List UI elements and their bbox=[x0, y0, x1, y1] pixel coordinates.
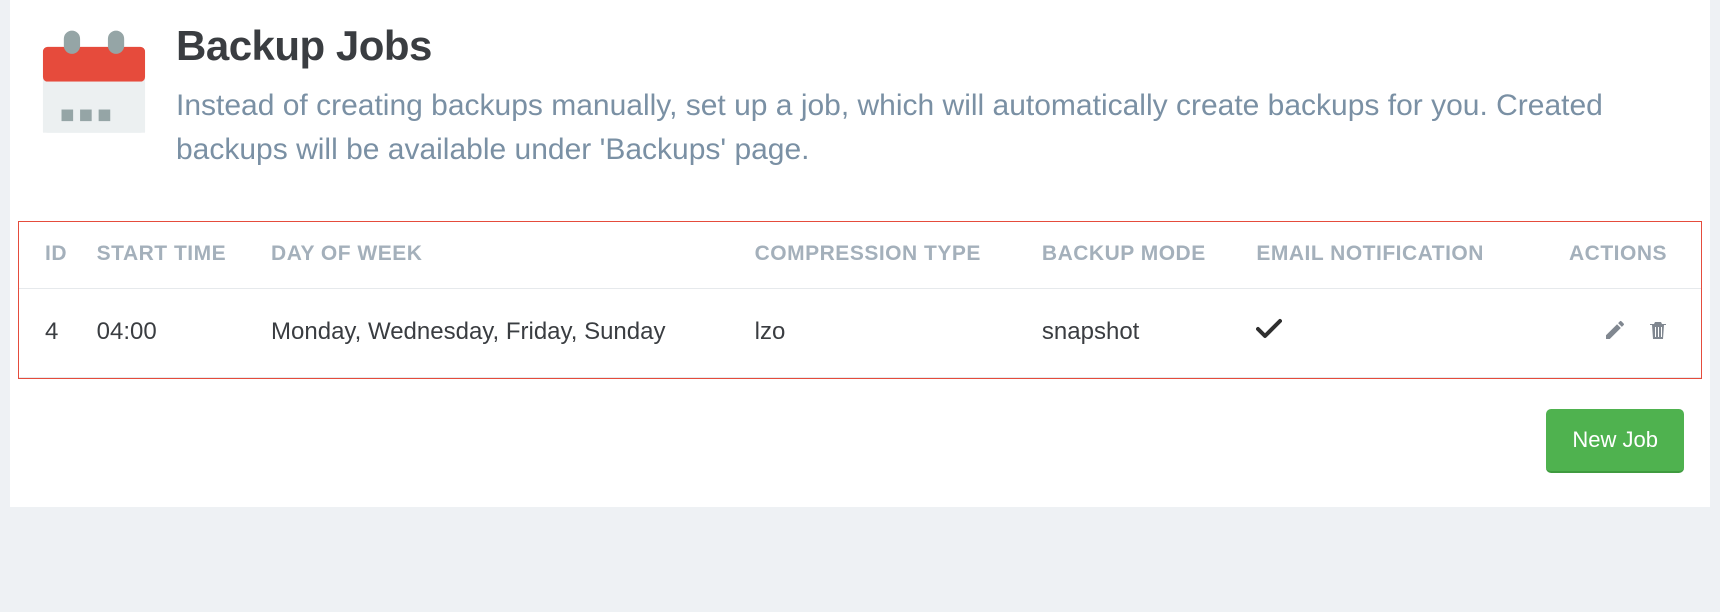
cell-backup-mode: snapshot bbox=[1032, 289, 1246, 378]
cell-id: 4 bbox=[19, 289, 87, 378]
edit-button[interactable] bbox=[1600, 315, 1630, 345]
backup-jobs-panel: Backup Jobs Instead of creating backups … bbox=[10, 0, 1710, 507]
col-email-notification: EMAIL NOTIFICATION bbox=[1246, 222, 1535, 289]
pencil-icon bbox=[1603, 318, 1627, 342]
col-id: ID bbox=[19, 222, 87, 289]
cell-day-of-week: Monday, Wednesday, Friday, Sunday bbox=[261, 289, 745, 378]
page-header: Backup Jobs Instead of creating backups … bbox=[36, 22, 1690, 171]
col-day-of-week: DAY OF WEEK bbox=[261, 222, 745, 289]
col-compression: COMPRESSION TYPE bbox=[745, 222, 1032, 289]
table-header-row: ID START TIME DAY OF WEEK COMPRESSION TY… bbox=[19, 222, 1701, 289]
header-text-block: Backup Jobs Instead of creating backups … bbox=[176, 22, 1690, 171]
col-start-time: START TIME bbox=[87, 222, 261, 289]
new-job-button[interactable]: New Job bbox=[1546, 409, 1684, 473]
cell-email-notification bbox=[1246, 289, 1535, 378]
cell-compression: lzo bbox=[745, 289, 1032, 378]
calendar-icon bbox=[36, 28, 152, 140]
table-row: 4 04:00 Monday, Wednesday, Friday, Sunda… bbox=[19, 289, 1701, 378]
page-title: Backup Jobs bbox=[176, 22, 1690, 70]
footer-actions: New Job bbox=[36, 379, 1690, 483]
delete-button[interactable] bbox=[1643, 315, 1673, 345]
check-icon bbox=[1256, 319, 1282, 346]
page-subtitle: Instead of creating backups manually, se… bbox=[176, 84, 1690, 171]
cell-start-time: 04:00 bbox=[87, 289, 261, 378]
jobs-table: ID START TIME DAY OF WEEK COMPRESSION TY… bbox=[19, 222, 1701, 378]
col-backup-mode: BACKUP MODE bbox=[1032, 222, 1246, 289]
jobs-table-container: ID START TIME DAY OF WEEK COMPRESSION TY… bbox=[18, 221, 1702, 379]
col-actions: ACTIONS bbox=[1535, 222, 1701, 289]
trash-icon bbox=[1646, 318, 1670, 342]
cell-actions bbox=[1535, 289, 1701, 378]
